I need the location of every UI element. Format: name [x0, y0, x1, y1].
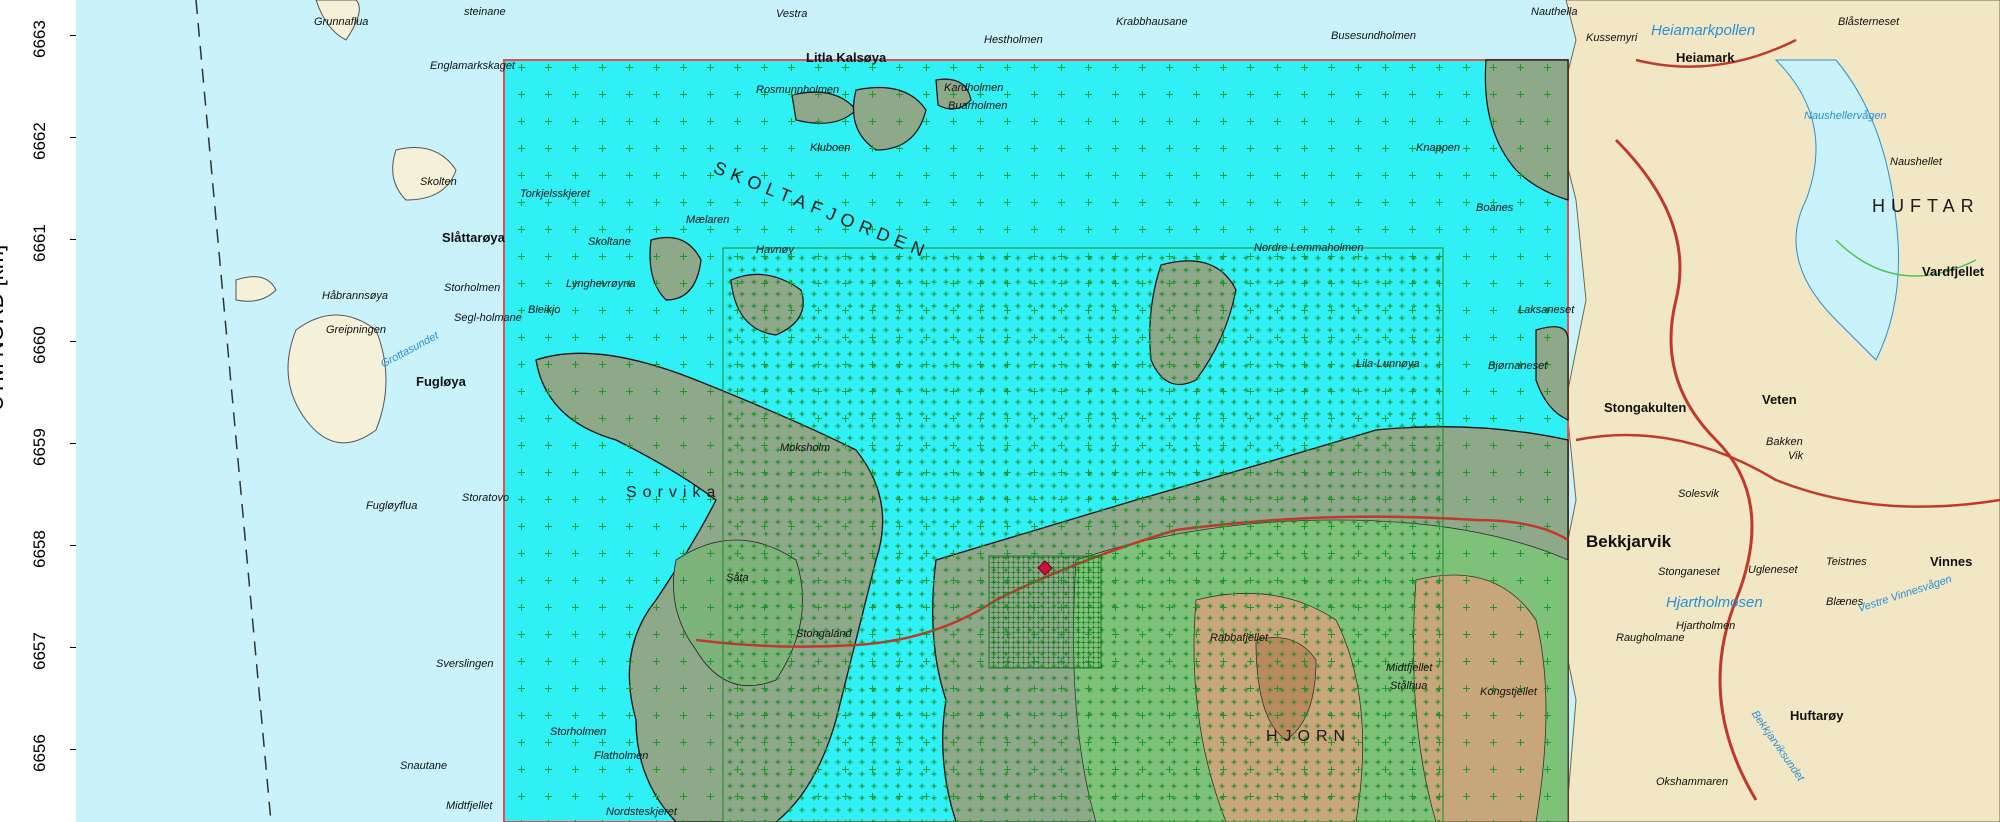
place-label: Håbrannsøya: [322, 290, 389, 302]
place-label: Stonganeset: [1658, 566, 1720, 578]
place-label: Vinnes: [1930, 554, 1973, 569]
area-label: HUFTAR: [1872, 196, 1980, 216]
place-label: Stålhua: [1390, 680, 1428, 692]
place-label: Boanes: [1476, 202, 1514, 214]
area-label: HJORN: [1266, 728, 1352, 745]
place-label: Midtfjellet: [1386, 662, 1433, 674]
place-label: Veten: [1762, 392, 1797, 407]
place-label: Mælaren: [686, 214, 730, 226]
place-label: Kluboen: [810, 142, 851, 154]
place-label: Skolten: [420, 176, 457, 188]
place-label: Grunnaflua: [314, 16, 369, 28]
place-label: Laksaneset: [1518, 304, 1575, 316]
place-label: Flatholmen: [594, 750, 649, 762]
place-label: Segl-holmane: [454, 312, 522, 324]
place-label: Snautane: [400, 760, 448, 772]
place-label: Heiamark: [1676, 50, 1735, 65]
y-axis: UTM NORD [km] 6663 6662 6661 6660 6659 6…: [0, 0, 76, 822]
map-figure: UTM NORD [km] 6663 6662 6661 6660 6659 6…: [0, 0, 2000, 822]
y-tick-label: 6656: [30, 734, 49, 772]
y-tick-label: 6662: [30, 122, 49, 160]
place-label: Storholmen: [550, 726, 607, 738]
place-label: Såta: [726, 572, 749, 584]
place-label: Lila-Lunnøya: [1356, 358, 1420, 370]
place-label: Storholmen: [444, 282, 501, 294]
place-label: Vardfjellet: [1922, 264, 1985, 279]
place-label: Busesundholmen: [1331, 30, 1417, 42]
place-label: Kardholmen: [944, 82, 1004, 94]
place-label: Raugholmane: [1616, 632, 1685, 644]
place-label: Bleikjo: [528, 304, 561, 316]
place-label: Nordsteskjeret: [606, 806, 677, 818]
y-tick-label: 6657: [30, 632, 49, 670]
town-label: Bekkjarvik: [1586, 532, 1672, 551]
place-label: Storatovo: [462, 492, 510, 504]
place-label: Buarholmen: [948, 100, 1008, 112]
place-label: Knappen: [1416, 142, 1461, 154]
place-label: Kongstjellet: [1480, 686, 1537, 698]
topographic-map: Grunnaflua steinane Vestra Hestholmen Kr…: [76, 0, 2000, 822]
y-tick-label: 6663: [30, 20, 49, 58]
place-label: Vik: [1788, 450, 1804, 462]
water-label: Naushellervågen: [1804, 110, 1887, 122]
place-label: Sverslingen: [436, 658, 494, 670]
water-label: Hjartholmosen: [1666, 594, 1763, 611]
place-label: Solesvik: [1678, 488, 1719, 500]
place-label: Nordre Lemmaholmen: [1254, 242, 1364, 254]
y-axis-title: UTM NORD [km]: [0, 244, 8, 411]
water-label: Heiamarkpollen: [1651, 22, 1756, 39]
place-label: Okshammaren: [1656, 776, 1729, 788]
y-tick-label: 6658: [30, 530, 49, 568]
place-label: Teistnes: [1826, 556, 1867, 568]
water-label: Sorvika: [626, 484, 722, 501]
place-label: Torkjelsskjeret: [520, 188, 590, 200]
place-label: Nauthella: [1531, 6, 1578, 18]
place-label: Slåttarøya: [442, 230, 505, 245]
place-label: Midtfjellet: [446, 800, 493, 812]
place-label: Bjørnaneset: [1488, 360, 1548, 372]
place-label: Hjartholmen: [1676, 620, 1736, 632]
place-label: Litla Kalsøya: [806, 50, 887, 65]
place-label: Rosmunnholmen: [756, 84, 840, 96]
place-label: Moksholm: [780, 442, 831, 454]
place-label: Hestholmen: [984, 34, 1043, 46]
place-label: Krabbhausane: [1116, 16, 1188, 28]
place-label: Havnøy: [756, 244, 794, 256]
place-label: Kussemyri: [1586, 32, 1638, 44]
place-label: Stongaland: [796, 628, 852, 640]
place-label: Skoltane: [588, 236, 631, 248]
place-label: Bakken: [1766, 436, 1803, 448]
place-label: Lynghevrøyna: [566, 278, 636, 290]
place-label: steinane: [464, 6, 506, 18]
y-tick-label: 6660: [30, 326, 49, 364]
map-canvas: [76, 0, 2000, 822]
place-label: Fugløya: [416, 374, 466, 389]
place-label: Rabbafjellet: [1210, 632, 1269, 644]
place-label: Greipningen: [326, 324, 386, 336]
y-tick-label: 6661: [30, 224, 49, 262]
place-label: Vestra: [776, 8, 808, 20]
place-label: Fugløyflua: [366, 500, 418, 512]
place-label: Huftarøy: [1790, 708, 1844, 723]
place-label: Ugleneset: [1748, 564, 1798, 576]
place-label: Naushellet: [1890, 156, 1942, 168]
place-label: Stongakulten: [1604, 400, 1687, 415]
place-label: Blåsterneset: [1838, 16, 1900, 28]
place-label: Englamarkskaget: [430, 60, 515, 72]
y-tick-label: 6659: [30, 428, 49, 466]
